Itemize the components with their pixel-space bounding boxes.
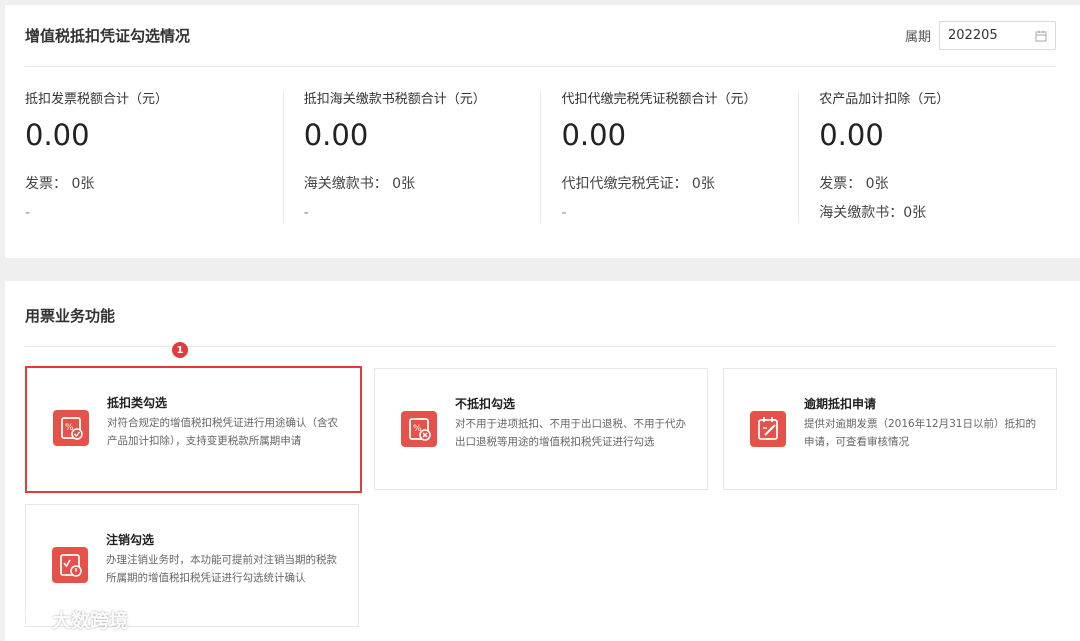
watermark-text: 大数跨境	[52, 610, 129, 632]
stat-count: 海关缴款书： 0张	[303, 176, 416, 192]
stat-label: 代扣代缴完税凭证税额合计（元）	[561, 92, 757, 107]
card-non-deduction-selection[interactable]: % 不抵扣勾选 对不用于进项抵扣、不用于出口退税、不用于代办出口退税等用途的增值…	[374, 368, 708, 490]
stat-invoice-tax: 抵扣发票税额合计（元） 0.00 发票： 0张 -	[25, 91, 283, 223]
stat-extra: -	[303, 205, 309, 221]
functions-title: 用票业务功能	[25, 307, 116, 325]
stat-withholding-tax: 代扣代缴完税凭证税额合计（元） 0.00 代扣代缴完税凭证： 0张 -	[540, 91, 798, 223]
stat-value: 0.00	[819, 118, 884, 152]
period-picker: 属期 202205	[905, 21, 1056, 50]
vat-selection-summary-panel: 增值税抵扣凭证勾选情况 属期 202205 抵扣发票税额合计（元） 0.00 发…	[5, 5, 1080, 258]
calendar-icon[interactable]	[1035, 30, 1047, 42]
watermark: 大数跨境	[8, 606, 128, 633]
stat-value: 0.00	[303, 118, 369, 152]
stat-extra: -	[25, 205, 31, 221]
stat-extra: -	[561, 205, 567, 221]
summary-header: 增值税抵扣凭证勾选情况 属期 202205	[25, 5, 1056, 67]
period-input[interactable]: 202205	[939, 21, 1056, 50]
ticket-functions-panel: 用票业务功能 % 抵扣类勾选 对符合规定的增值税扣税凭证进行用途确认（含农产品加…	[5, 281, 1080, 641]
period-value: 202205	[948, 28, 998, 43]
stat-value: 0.00	[25, 118, 90, 152]
stat-count: 代扣代缴完税凭证： 0张	[561, 176, 715, 192]
summary-title: 增值税抵扣凭证勾选情况	[25, 27, 191, 45]
card-title: 不抵扣勾选	[455, 397, 516, 411]
watermark-logo-icon	[8, 609, 46, 631]
period-label: 属期	[904, 30, 931, 45]
stat-count: 发票： 0张	[819, 176, 889, 192]
card-overdue-deduction-application[interactable]: 逾期抵扣申请 提供对逾期发票（2016年12月31日以前）抵扣的申请，可查看审核…	[723, 368, 1057, 490]
card-desc: 提供对逾期发票（2016年12月31日以前）抵扣的申请，可查看审核情况	[804, 418, 1036, 448]
stat-count-customs: 海关缴款书：0张	[819, 205, 927, 221]
deduction-check-icon: %	[53, 410, 89, 446]
stat-label: 农产品加计扣除（元）	[819, 92, 950, 107]
card-title: 抵扣类勾选	[107, 396, 168, 410]
card-desc: 办理注销业务时，本功能可提前对注销当期的税款所属期的增值税扣税凭证进行勾选统计确…	[106, 554, 337, 584]
functions-header: 用票业务功能	[25, 281, 1056, 347]
cancel-power-icon	[52, 547, 88, 583]
stat-label: 抵扣海关缴款书税额合计（元）	[303, 92, 486, 107]
stat-agri-deduction: 农产品加计扣除（元） 0.00 发票： 0张 海关缴款书：0张	[798, 91, 1056, 223]
stat-value: 0.00	[561, 118, 627, 152]
card-title: 逾期抵扣申请	[804, 397, 877, 411]
stat-count: 发票： 0张	[25, 176, 95, 192]
overdue-edit-icon	[750, 411, 786, 447]
stats-row: 抵扣发票税额合计（元） 0.00 发票： 0张 - 抵扣海关缴款书税额合计（元）…	[25, 91, 1056, 223]
stat-label: 抵扣发票税额合计（元）	[25, 92, 169, 107]
card-title: 注销勾选	[106, 533, 155, 547]
card-desc: 对符合规定的增值税扣税凭证进行用途确认（含农产品加计扣除），支持变更税款所属期申…	[107, 417, 338, 447]
card-desc: 对不用于进项抵扣、不用于出口退税、不用于代办出口退税等用途的增值税扣税凭证进行勾…	[455, 418, 686, 448]
non-deduction-icon: %	[401, 411, 437, 447]
stat-customs-tax: 抵扣海关缴款书税额合计（元） 0.00 海关缴款书： 0张 -	[282, 91, 541, 223]
card-deduction-selection[interactable]: % 抵扣类勾选 对符合规定的增值税扣税凭证进行用途确认（含农产品加计扣除），支持…	[25, 366, 362, 493]
step-badge: 1	[172, 342, 188, 358]
